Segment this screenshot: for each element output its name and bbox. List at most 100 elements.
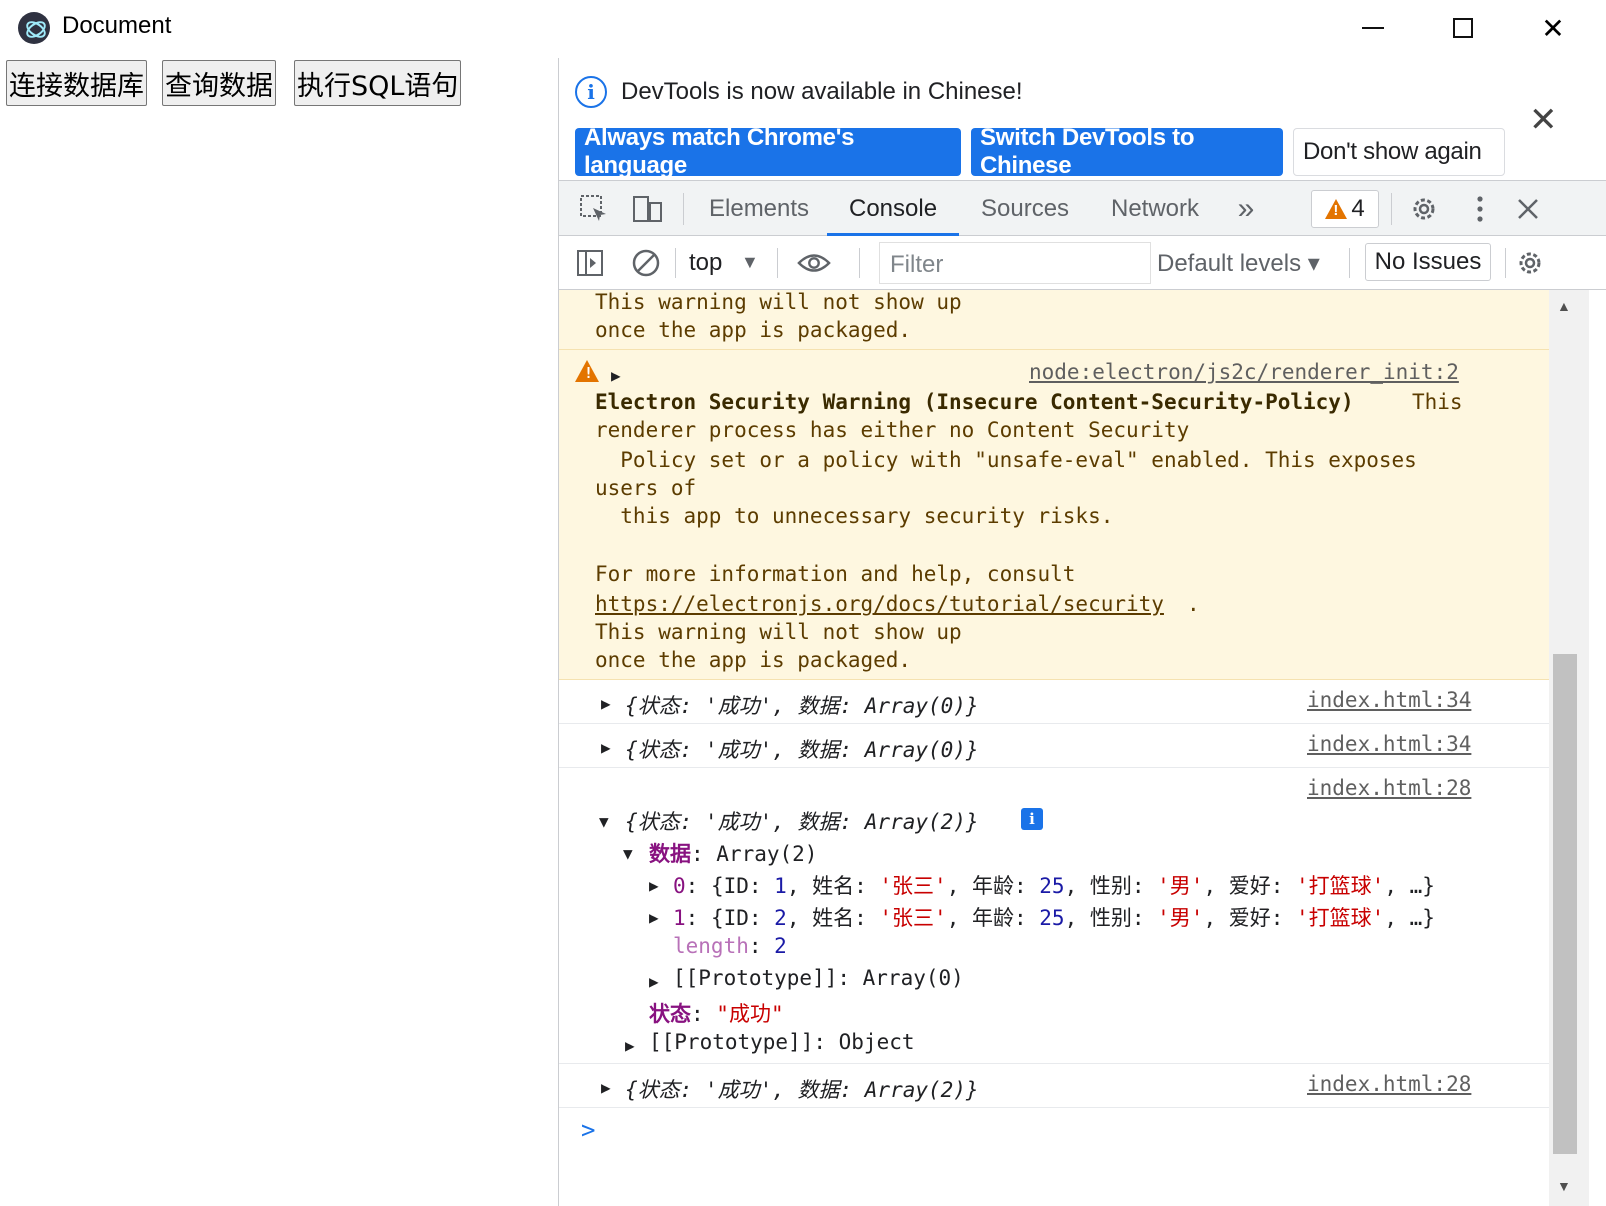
- infobar-message: DevTools is now available in Chinese!: [621, 78, 1023, 105]
- expand-caret-icon[interactable]: ▶: [601, 1078, 611, 1097]
- scroll-up-icon[interactable]: ▲: [1557, 298, 1571, 314]
- console-log-row[interactable]: ▶ {状态: '成功', 数据: Array(0)} index.html:34: [559, 724, 1549, 768]
- chevron-down-icon[interactable]: ▼: [741, 252, 759, 273]
- devtools-panel: i DevTools is now available in Chinese! …: [558, 58, 1606, 1206]
- source-link[interactable]: index.html:34: [1307, 732, 1471, 756]
- close-window-button[interactable]: ✕: [1508, 6, 1598, 50]
- infobar-close-icon[interactable]: ✕: [1529, 100, 1558, 140]
- security-warning-message: ! ▶ node:electron/js2c/renderer_init:2 E…: [559, 350, 1549, 680]
- console-output: This warning will not show up once the a…: [559, 290, 1549, 1206]
- more-tabs-icon[interactable]: »: [1229, 192, 1263, 226]
- close-devtools-icon[interactable]: [1511, 192, 1545, 226]
- info-icon[interactable]: i: [1021, 808, 1043, 830]
- warning-line: renderer process has either no Content S…: [595, 418, 1190, 442]
- live-expression-eye-icon[interactable]: [797, 246, 831, 280]
- warning-line: once the app is packaged.: [595, 318, 912, 342]
- warning-icon: !: [575, 360, 599, 382]
- inspect-element-icon[interactable]: [577, 192, 611, 226]
- log-object-summary: {状态: '成功', 数据: Array(2)}: [625, 810, 979, 834]
- array-prototype: [[Prototype]]: Array(0): [673, 966, 964, 990]
- property-status: 状态: "成功": [649, 1002, 784, 1026]
- query-data-button[interactable]: 查询数据: [162, 60, 276, 106]
- property-length: length: 2: [673, 934, 787, 958]
- source-link[interactable]: index.html:34: [1307, 688, 1471, 712]
- filter-input[interactable]: Filter: [879, 242, 1151, 284]
- maximize-button[interactable]: [1418, 6, 1508, 50]
- warning-message-tail: This warning will not show up once the a…: [559, 290, 1549, 350]
- warning-line: once the app is packaged.: [595, 648, 912, 672]
- expand-caret-icon[interactable]: ▶: [649, 876, 659, 895]
- switch-to-chinese-button[interactable]: Switch DevTools to Chinese: [971, 124, 1283, 179]
- separator: [683, 193, 684, 225]
- sidebar-toggle-icon[interactable]: [573, 246, 607, 280]
- tab-network[interactable]: Network: [1111, 195, 1199, 223]
- app-content: 连接数据库 查询数据 执行SQL语句: [0, 58, 558, 1206]
- clear-console-icon[interactable]: [629, 246, 663, 280]
- array-item-0: 0: {ID: 1, 姓名: '张三', 年龄: 25, 性别: '男', 爱好…: [673, 874, 1435, 898]
- expand-caret-icon[interactable]: ▶: [601, 694, 611, 713]
- warning-count: 4: [1351, 195, 1365, 222]
- minimize-icon: [1362, 27, 1384, 29]
- source-link[interactable]: node:electron/js2c/renderer_init:2: [1029, 360, 1459, 384]
- expand-caret-icon[interactable]: ▶: [601, 738, 611, 757]
- expand-caret-icon[interactable]: ▶: [649, 972, 659, 991]
- property-data: 数据: Array(2): [649, 842, 818, 866]
- execute-sql-button[interactable]: 执行SQL语句: [294, 60, 462, 106]
- separator: [859, 248, 860, 278]
- source-link[interactable]: index.html:28: [1307, 1072, 1471, 1096]
- maximize-icon: [1453, 18, 1473, 38]
- settings-gear-icon[interactable]: [1407, 192, 1441, 226]
- console-log-row[interactable]: ▶ {状态: '成功', 数据: Array(2)} index.html:28: [559, 1064, 1549, 1108]
- title-bar: Document ✕: [0, 0, 1606, 58]
- security-docs-link[interactable]: https://electronjs.org/docs/tutorial/sec…: [595, 592, 1164, 616]
- console-settings-gear-icon[interactable]: [1513, 246, 1547, 280]
- separator: [777, 248, 778, 278]
- warning-line: Policy set or a policy with "unsafe-eval…: [595, 448, 1417, 472]
- collapse-caret-icon[interactable]: ▼: [599, 812, 609, 831]
- warnings-counter[interactable]: ! 4: [1311, 190, 1379, 228]
- info-icon: i: [575, 76, 607, 108]
- source-link[interactable]: index.html:28: [1307, 776, 1471, 800]
- connect-database-button[interactable]: 连接数据库: [6, 60, 147, 106]
- issues-button[interactable]: No Issues: [1365, 243, 1491, 281]
- warning-line: .: [1187, 592, 1200, 616]
- expand-caret-icon[interactable]: ▶: [611, 366, 621, 385]
- warning-line: users of: [595, 476, 697, 500]
- separator: [675, 248, 676, 278]
- log-object-summary: {状态: '成功', 数据: Array(2)}: [625, 1078, 979, 1102]
- context-selector[interactable]: top: [689, 249, 722, 277]
- minimize-button[interactable]: [1328, 6, 1418, 50]
- dont-show-again-button[interactable]: Don't show again: [1293, 128, 1505, 176]
- warning-line: This warning will not show up: [595, 290, 962, 314]
- warning-line: This warning will not show up: [595, 620, 962, 644]
- console-scrollbar[interactable]: ▲ ▼: [1549, 290, 1589, 1206]
- console-prompt-icon[interactable]: >: [581, 1116, 595, 1144]
- scroll-down-icon[interactable]: ▼: [1557, 1178, 1571, 1194]
- devtools-tab-bar: Elements Console Sources Network » ! 4: [559, 180, 1606, 236]
- log-object-summary: {状态: '成功', 数据: Array(0)}: [625, 694, 979, 718]
- more-options-icon[interactable]: [1463, 192, 1497, 226]
- separator: [1391, 193, 1392, 225]
- warning-line: This: [1412, 390, 1463, 414]
- tab-console[interactable]: Console: [849, 195, 937, 223]
- console-log-row-expanded[interactable]: index.html:28 ▼ {状态: '成功', 数据: Array(2)}…: [559, 768, 1549, 1064]
- separator: [1505, 248, 1506, 278]
- language-infobar: i DevTools is now available in Chinese! …: [559, 58, 1606, 180]
- warning-line: For more information and help, consult: [595, 562, 1076, 586]
- match-language-button[interactable]: Always match Chrome's language: [575, 124, 961, 179]
- console-log-row[interactable]: ▶ {状态: '成功', 数据: Array(0)} index.html:34: [559, 680, 1549, 724]
- tab-sources[interactable]: Sources: [981, 195, 1069, 223]
- warning-title: Electron Security Warning (Insecure Cont…: [595, 390, 1354, 414]
- log-levels-dropdown[interactable]: Default levels ▾: [1157, 249, 1320, 278]
- close-icon: ✕: [1541, 12, 1565, 44]
- collapse-caret-icon[interactable]: ▼: [623, 844, 633, 863]
- electron-logo-icon: [18, 12, 50, 44]
- device-toolbar-icon[interactable]: [631, 192, 665, 226]
- separator: [1349, 248, 1350, 278]
- tab-elements[interactable]: Elements: [709, 195, 809, 223]
- log-object-summary: {状态: '成功', 数据: Array(0)}: [625, 738, 979, 762]
- expand-caret-icon[interactable]: ▶: [649, 908, 659, 927]
- warning-line: this app to unnecessary security risks.: [595, 504, 1114, 528]
- scroll-thumb[interactable]: [1553, 654, 1577, 1154]
- expand-caret-icon[interactable]: ▶: [625, 1036, 635, 1055]
